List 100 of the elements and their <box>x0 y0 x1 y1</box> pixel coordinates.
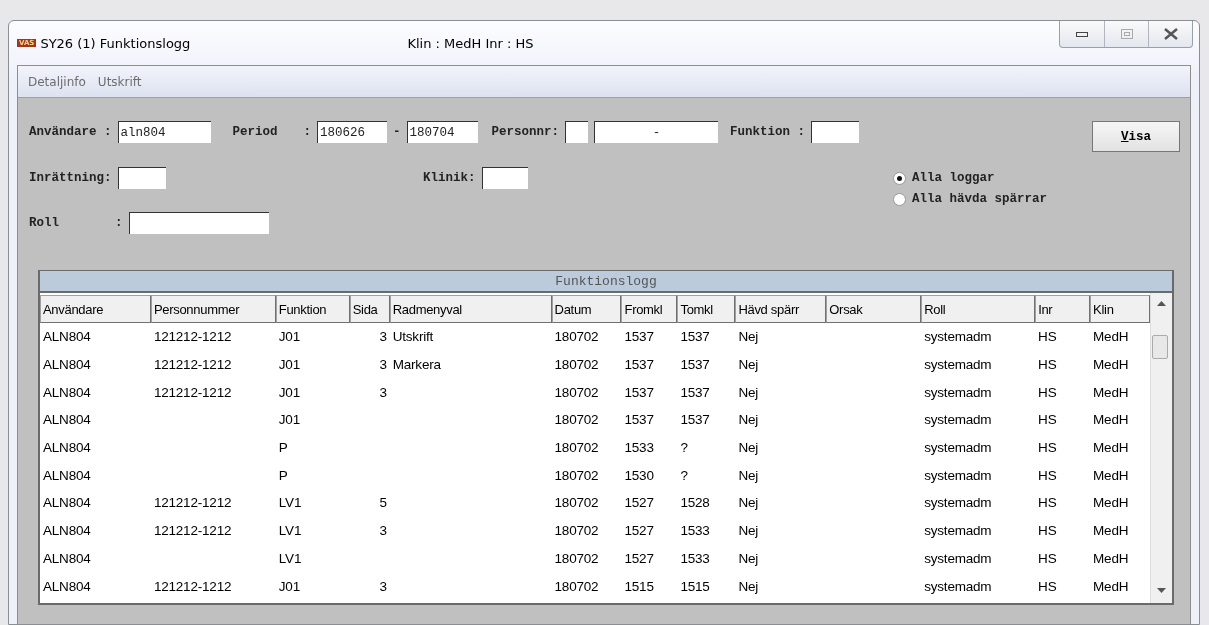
table-cell-text: systemadm <box>923 412 993 428</box>
column-header[interactable]: Hävd spärr <box>735 295 827 323</box>
table-cell-text: ? <box>679 440 689 456</box>
input-field[interactable] <box>117 167 166 189</box>
table-cell-text: Nej <box>737 467 760 483</box>
scroll-thumb[interactable] <box>1152 335 1168 359</box>
field-label: Användare : <box>29 125 112 139</box>
table-cell-text: 1533 <box>623 440 655 456</box>
field-label: : <box>115 216 123 230</box>
table-cell-text: HS <box>1037 357 1058 373</box>
table-title: Funktionslogg <box>40 271 1172 293</box>
table-cell-text: Nej <box>737 357 760 373</box>
table-cell-text: ALN804 <box>42 329 92 345</box>
table-cell-text: MedH <box>1092 523 1130 539</box>
table-cell-text: 1527 <box>623 550 655 566</box>
table-cell-text: 180702 <box>553 523 600 539</box>
table-cell-text: 180702 <box>553 357 600 373</box>
table-cell-text: systemadm <box>923 523 993 539</box>
table-cell-text: 1533 <box>679 523 711 539</box>
table-cell-text: Nej <box>737 440 760 456</box>
input-field[interactable] <box>128 212 269 234</box>
scrollbar[interactable] <box>1150 293 1172 603</box>
table-cell-text: ALN804 <box>42 384 92 400</box>
column-header[interactable]: Användare <box>40 295 151 323</box>
table-cell-text: MedH <box>1092 440 1130 456</box>
table-cell-text: Nej <box>737 384 760 400</box>
table-cell-text: 1537 <box>679 412 711 428</box>
table-cell-text: 180702 <box>553 550 600 566</box>
column-header[interactable]: Sida <box>349 295 390 323</box>
visa-button[interactable]: Visa <box>1092 121 1180 152</box>
table-cell-text: MedH <box>1092 384 1130 400</box>
table-cell-text: MedH <box>1092 412 1130 428</box>
table-cell-text: MedH <box>1092 467 1130 483</box>
table-cell-text: systemadm <box>923 578 993 594</box>
table-cell-text: Nej <box>737 550 760 566</box>
menu-item[interactable]: Utskrift <box>97 74 142 89</box>
table-cell-text: systemadm <box>923 329 993 345</box>
column-header[interactable]: Klin <box>1090 295 1150 323</box>
table-cell-text: HS <box>1037 495 1058 511</box>
table-cell-text: MedH <box>1092 357 1130 373</box>
table-cell-text: 1530 <box>623 467 655 483</box>
field-label: : <box>303 125 312 139</box>
table-cell-text: Utskrift <box>391 329 435 345</box>
table-cell-text: MedH <box>1092 329 1130 345</box>
table-cell-text: J01 <box>277 412 301 428</box>
table-cell-text: 1515 <box>623 578 655 594</box>
column-header[interactable]: Personnummer <box>150 295 276 323</box>
column-header[interactable]: Orsak <box>826 295 922 323</box>
radio-label: Alla hävda spärrar <box>912 192 1048 206</box>
field-label: Funktion : <box>730 125 806 139</box>
table-cell-text: 1533 <box>679 550 711 566</box>
table-cell-text: 1537 <box>623 412 655 428</box>
column-header[interactable]: Datum <box>551 295 622 323</box>
column-header[interactable]: Tomkl <box>677 295 736 323</box>
input-field[interactable]: aln804 <box>117 121 211 143</box>
table-cell-text: Nej <box>737 495 760 511</box>
input-field[interactable] <box>811 121 860 143</box>
scroll-down-icon[interactable] <box>1157 588 1166 593</box>
menu-item[interactable]: Detaljinfo <box>28 74 86 89</box>
table-cell-text: 180702 <box>553 467 600 483</box>
field-label: Klinik: <box>423 171 476 185</box>
table-cell-text: HS <box>1037 440 1058 456</box>
table-cell-text: Nej <box>737 329 760 345</box>
table-cell-text: HS <box>1037 329 1058 345</box>
table-cell-text: 3 <box>378 329 388 345</box>
table-cell-text: 121212-1212 <box>152 523 233 539</box>
input-field[interactable] <box>565 121 589 143</box>
column-header[interactable]: Funktion <box>275 295 350 323</box>
input-field[interactable] <box>481 167 528 189</box>
table-cell-text: 121212-1212 <box>152 384 233 400</box>
table-cell-text: 1537 <box>623 357 655 373</box>
table-cell-text: P <box>277 440 289 456</box>
table-cell-text: 121212-1212 <box>152 329 233 345</box>
column-header[interactable]: Fromkl <box>621 295 678 323</box>
radio-button[interactable] <box>893 171 906 185</box>
table-cell-text: 1527 <box>623 495 655 511</box>
table-cell-text: 3 <box>378 523 388 539</box>
table-cell-text: ALN804 <box>42 550 92 566</box>
column-header[interactable]: Radmenyval <box>389 295 552 323</box>
scroll-up-icon[interactable] <box>1157 301 1166 306</box>
table-cell-text: ALN804 <box>42 412 92 428</box>
minimize-icon <box>1076 31 1088 37</box>
input-field[interactable]: - <box>594 121 719 143</box>
column-header[interactable]: Inr <box>1035 295 1091 323</box>
table-cell-text: ALN804 <box>42 578 92 594</box>
input-field[interactable]: 180704 <box>406 121 478 143</box>
table-cell-text: ? <box>679 467 689 483</box>
table-cell-text: systemadm <box>923 550 993 566</box>
table-cell-text: 121212-1212 <box>152 578 233 594</box>
input-field[interactable]: 180626 <box>317 121 388 143</box>
field-label: Inrättning: <box>29 171 112 185</box>
table-cell-text: Nej <box>737 578 760 594</box>
table-cell-text: HS <box>1037 467 1058 483</box>
table-cell-text: 1537 <box>679 357 711 373</box>
table-cell-text: 180702 <box>553 495 600 511</box>
field-label: Period <box>232 125 278 139</box>
table-cell-text: 1537 <box>679 329 711 345</box>
table-cell-text: ALN804 <box>42 467 92 483</box>
radio-button[interactable] <box>893 192 906 206</box>
column-header[interactable]: Roll <box>921 295 1036 323</box>
